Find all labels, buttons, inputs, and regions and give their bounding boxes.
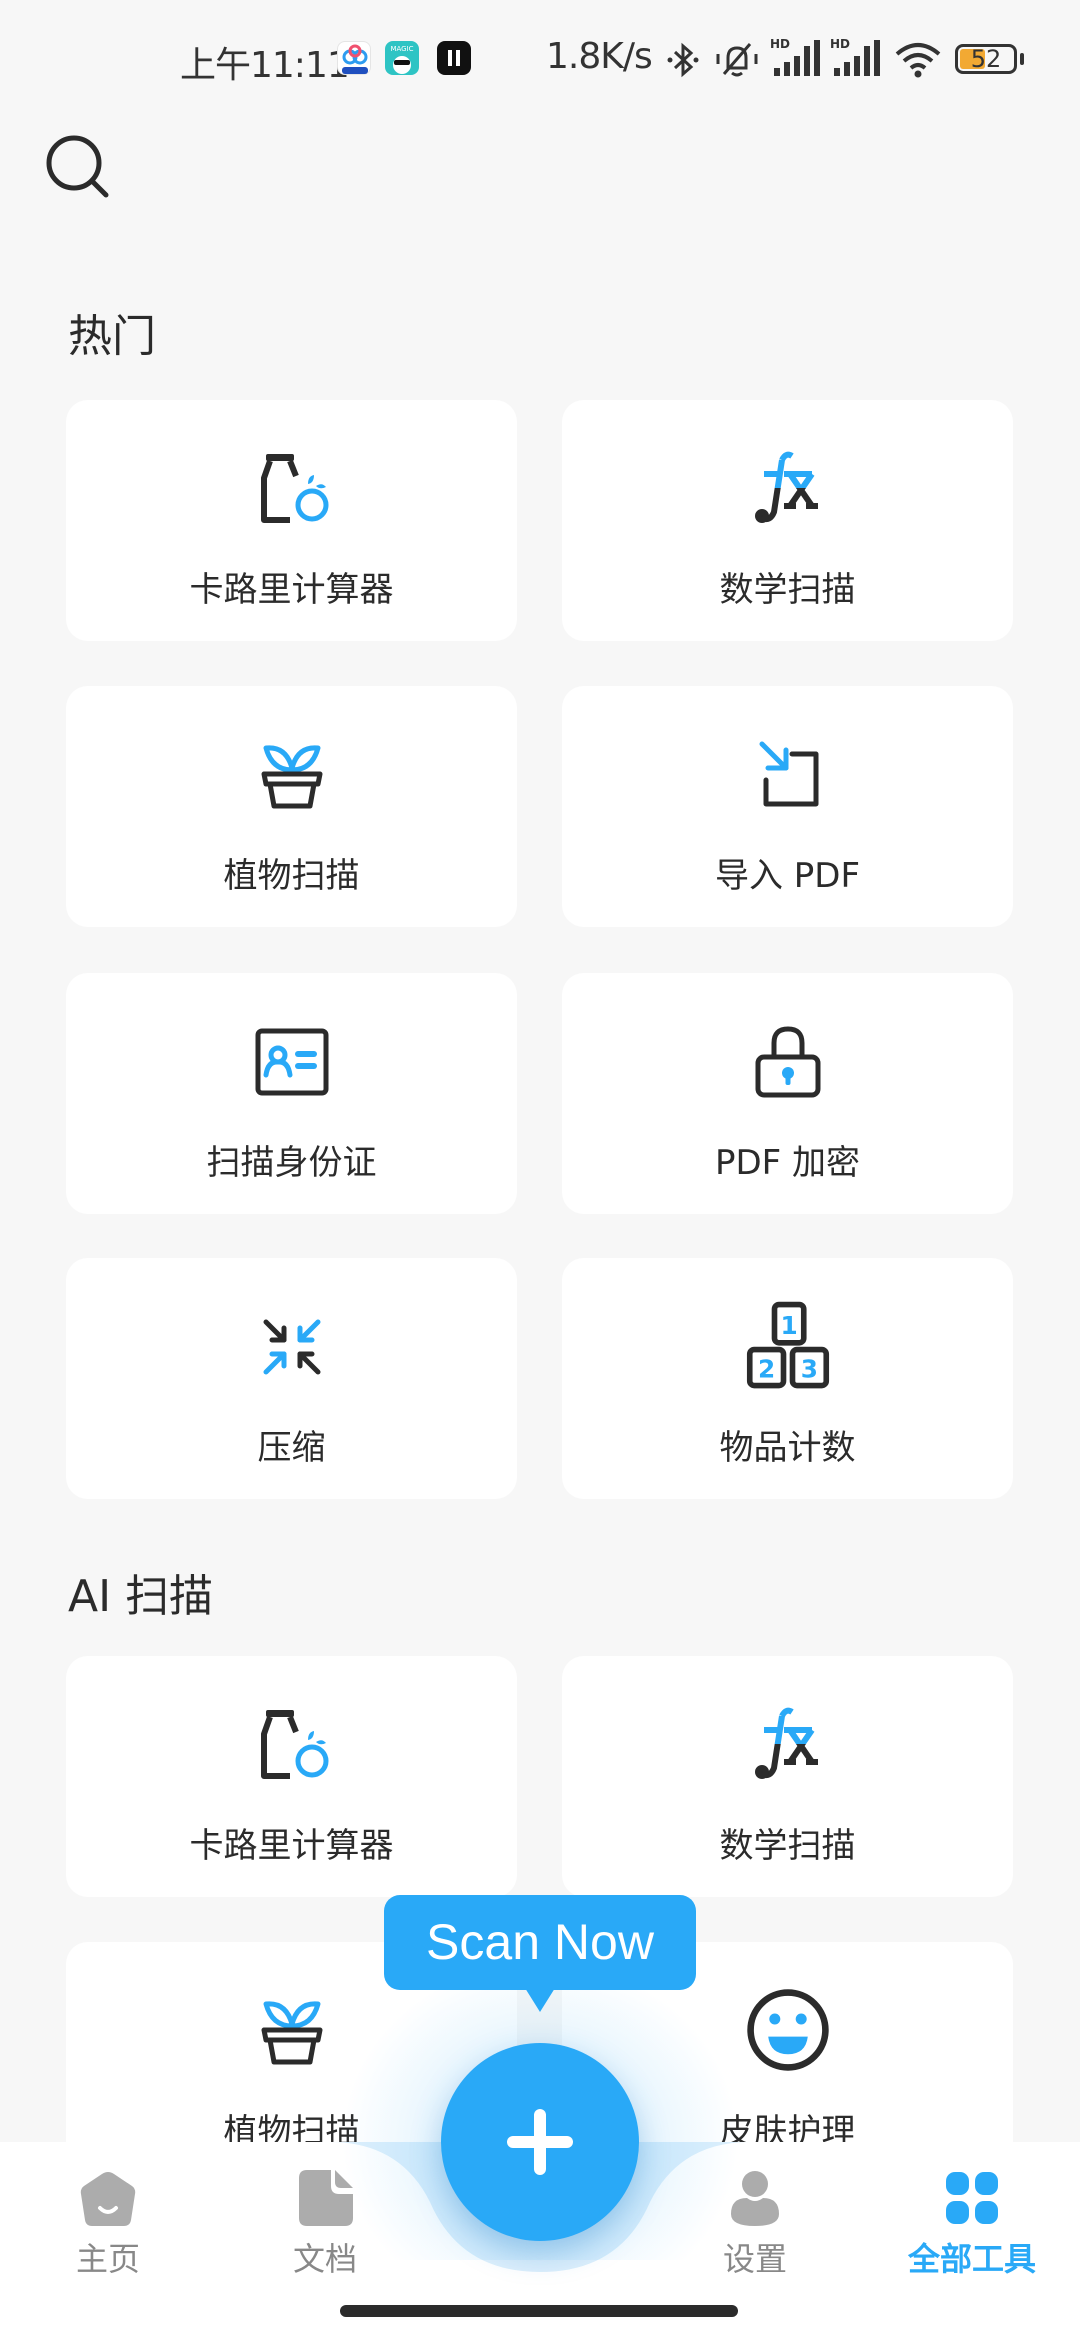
bluetooth-icon: [665, 40, 701, 84]
person-icon: [731, 2171, 779, 2226]
calorie-bottle-icon: [260, 454, 328, 523]
tool-card-item-count[interactable]: 123 物品计数: [562, 1258, 1013, 1499]
home-indicator[interactable]: [340, 2305, 738, 2317]
status-time: 上午11:11: [180, 45, 350, 86]
tool-card-calorie-calculator[interactable]: 卡路里计算器: [66, 400, 517, 641]
muted-bell-icon: [714, 40, 760, 84]
hd-signal-icon: HD: [830, 36, 882, 82]
plant-pot-icon: [261, 745, 322, 809]
compress-arrows-icon: [263, 1319, 320, 1375]
pause-app-icon: [437, 41, 471, 75]
tool-card-math-scan[interactable]: 数学扫描: [562, 400, 1013, 641]
tool-label: 数学扫描: [719, 1826, 856, 1866]
search-button[interactable]: [40, 128, 120, 208]
fx-math-icon: [754, 1707, 818, 1779]
scan-now-label: Scan Now: [426, 1914, 654, 1970]
section-title-hot: 热门: [68, 311, 156, 362]
battery-icon: 52: [955, 44, 1017, 74]
tool-label: 卡路里计算器: [189, 570, 394, 610]
battery-level: 52: [970, 45, 1002, 73]
plus-icon-vertical: [534, 2109, 546, 2175]
smile-face-icon: [746, 1989, 829, 2071]
nav-item-home[interactable]: 主页: [28, 2160, 188, 2280]
tool-card-scan-id[interactable]: 扫描身份证: [66, 973, 517, 1214]
tooltip-pointer: [525, 1988, 555, 2012]
id-card-icon: [255, 1028, 328, 1096]
nav-label: 设置: [722, 2240, 787, 2278]
nav-item-settings[interactable]: 设置: [675, 2160, 835, 2280]
hd-signal-icon: HD: [770, 36, 822, 82]
search-icon: [46, 135, 109, 198]
tool-label: 扫描身份证: [206, 1143, 377, 1183]
nav-item-documents[interactable]: 文档: [245, 2160, 405, 2280]
calorie-bottle-icon: [260, 1710, 328, 1779]
svg-text:MAGIC: MAGIC: [390, 45, 413, 53]
tool-card-math-scan[interactable]: 数学扫描: [562, 1656, 1013, 1897]
svg-text:HD: HD: [830, 37, 850, 51]
status-bar: 上午11:11 MAGIC 1.8K/s HD HD 52: [0, 0, 1080, 110]
svg-text:1: 1: [780, 1311, 797, 1340]
tool-card-import-pdf[interactable]: 导入 PDF: [562, 686, 1013, 927]
tool-card-calorie-calculator[interactable]: 卡路里计算器: [66, 1656, 517, 1897]
tool-label: 物品计数: [719, 1428, 856, 1468]
tool-card-pdf-encrypt[interactable]: PDF 加密: [562, 973, 1013, 1214]
plant-pot-icon: [261, 2001, 322, 2065]
tool-label: 数学扫描: [719, 570, 856, 610]
svg-text:2: 2: [758, 1355, 775, 1384]
tool-card-compress[interactable]: 压缩: [66, 1258, 517, 1499]
section-title-ai-scan: AI 扫描: [68, 1571, 214, 1622]
nav-label: 主页: [75, 2240, 140, 2278]
tool-label: 植物扫描: [223, 856, 360, 896]
lock-icon: [755, 1026, 820, 1098]
network-speed: 1.8K/s: [546, 36, 653, 77]
scan-now-tooltip[interactable]: Scan Now: [384, 1895, 696, 1990]
nav-label: 全部工具: [907, 2240, 1036, 2278]
grid-icon: [946, 2172, 998, 2224]
baidu-netdisk-app-icon: [337, 41, 371, 75]
tool-label: 卡路里计算器: [189, 1826, 394, 1866]
tool-label: 压缩: [257, 1428, 326, 1468]
tool-card-plant-scan[interactable]: 植物扫描: [66, 686, 517, 927]
magic-app-icon: MAGIC: [385, 41, 419, 75]
document-icon: [299, 2170, 353, 2226]
home-icon: [80, 2172, 136, 2226]
svg-text:HD: HD: [770, 37, 790, 51]
tool-label: 导入 PDF: [714, 856, 861, 896]
nav-item-all-tools[interactable]: 全部工具: [892, 2160, 1052, 2280]
fx-math-icon: [754, 451, 818, 523]
wifi-icon: [894, 40, 942, 84]
svg-text:3: 3: [800, 1355, 817, 1384]
tool-label: PDF 加密: [714, 1143, 861, 1183]
count-blocks-icon: 12 3: [746, 1301, 829, 1389]
battery-nub: [1020, 53, 1024, 65]
scan-fab-button[interactable]: [441, 2043, 639, 2241]
nav-label: 文档: [292, 2240, 357, 2278]
import-arrow-icon: [759, 741, 818, 807]
